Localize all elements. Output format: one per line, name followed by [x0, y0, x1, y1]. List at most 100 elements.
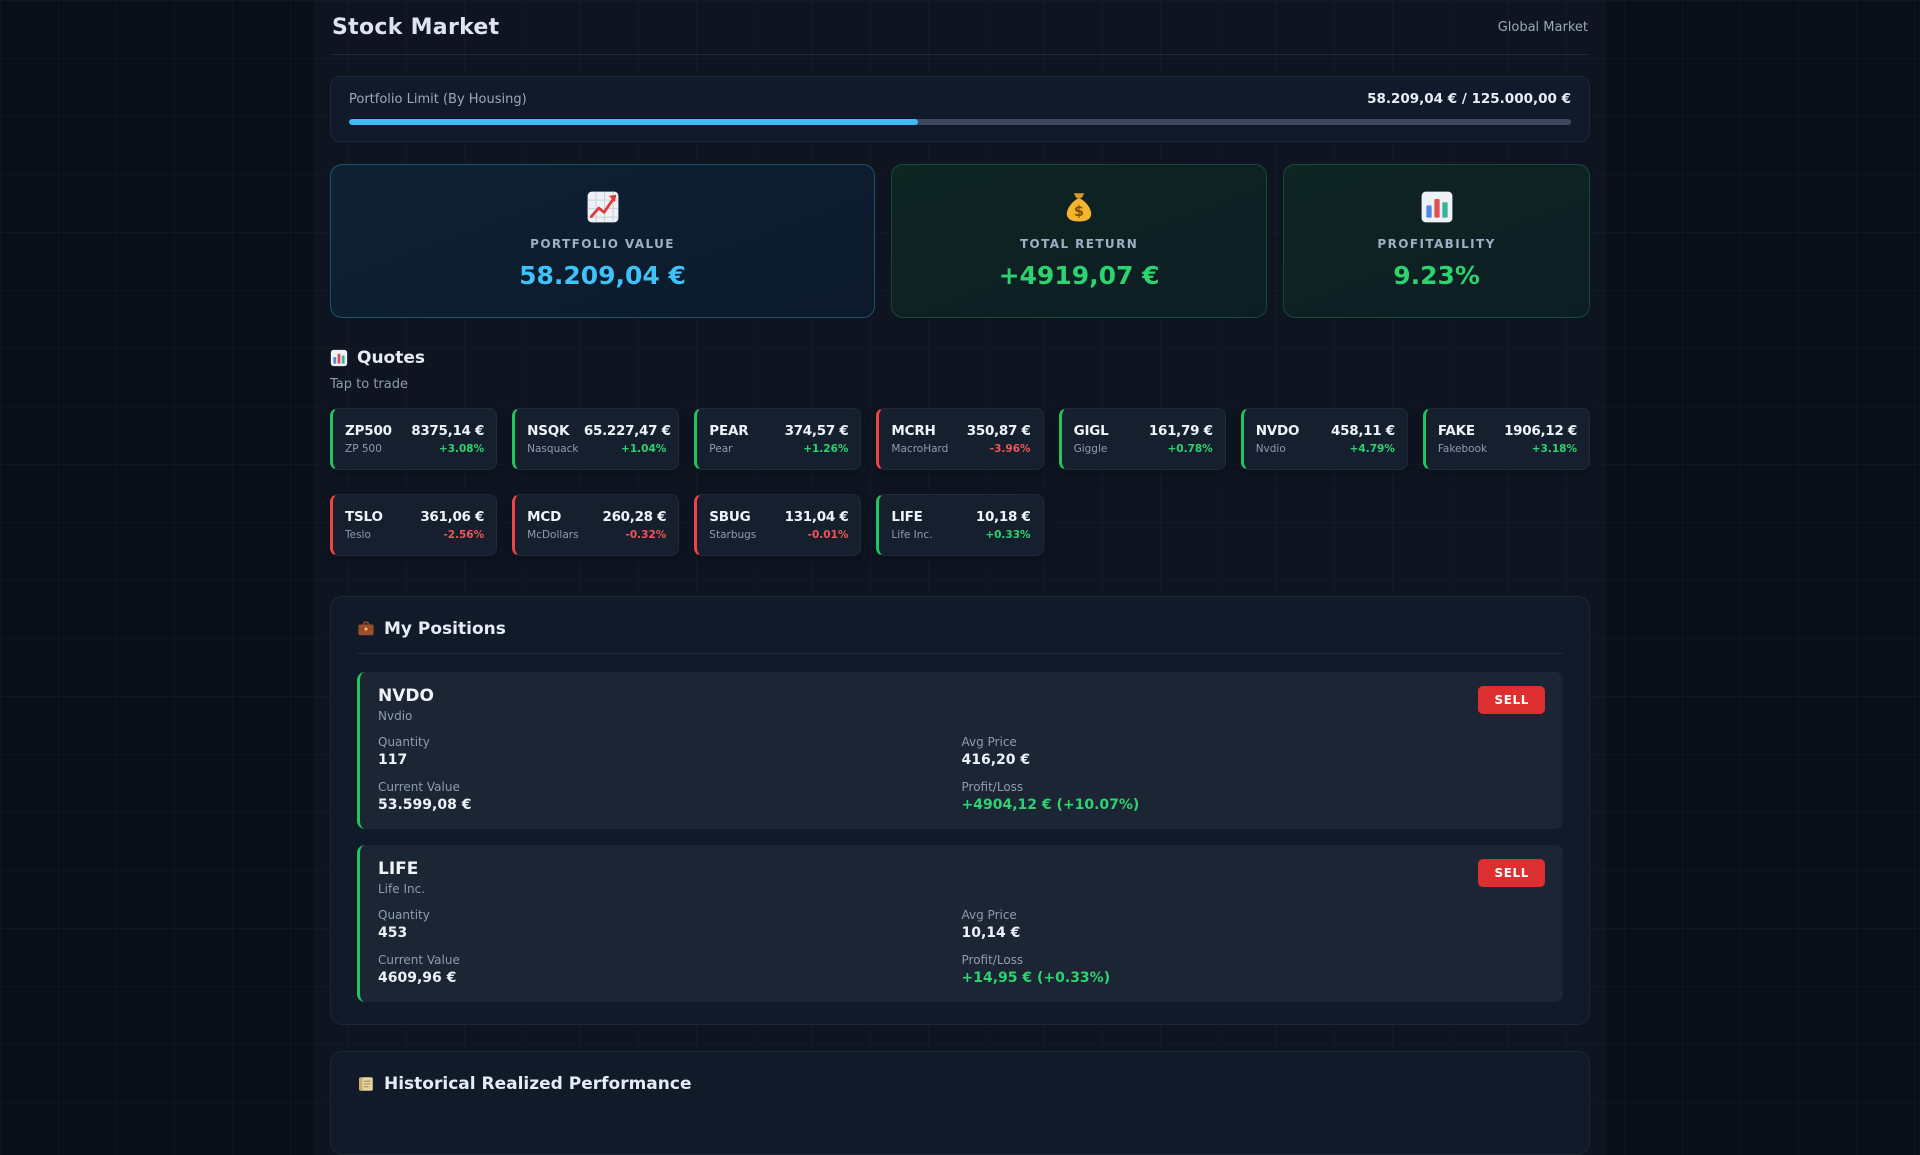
quote-company-name: McDollars [527, 529, 578, 541]
quote-card[interactable]: MCRH MacroHard 350,87 € -3.96% [876, 408, 1043, 470]
quote-card[interactable]: GIGL Giggle 161,79 € +0.78% [1059, 408, 1226, 470]
quote-company-name: MacroHard [891, 443, 948, 455]
quote-price: 458,11 € [1331, 423, 1395, 439]
stat-card-profitability: PROFITABILITY 9.23% [1283, 164, 1590, 318]
positions-panel: My Positions NVDO Nvdio SELL Quantity 11… [330, 596, 1590, 1025]
sell-button[interactable]: SELL [1478, 859, 1545, 887]
quote-symbol: NVDO [1256, 423, 1300, 439]
current-value-label: Current Value [378, 780, 962, 794]
quote-company-name: ZP 500 [345, 443, 392, 455]
quote-price: 131,04 € [785, 509, 849, 525]
history-title-text: Historical Realized Performance [384, 1074, 691, 1094]
position-avg-price: Avg Price 416,20 € [962, 735, 1546, 768]
position-profit-loss: Profit/Loss +14,95 € (+0.33%) [962, 953, 1546, 986]
quantity-value: 117 [378, 752, 962, 768]
quote-symbol: ZP500 [345, 423, 392, 439]
quote-company-name: Teslo [345, 529, 383, 541]
portfolio-limit-card: Portfolio Limit (By Housing) 58.209,04 €… [330, 76, 1590, 142]
quote-symbol: MCD [527, 509, 578, 525]
profit-loss-label: Profit/Loss [962, 953, 1546, 967]
avg-price-label: Avg Price [962, 735, 1546, 749]
quantity-value: 453 [378, 925, 962, 941]
position-card: NVDO Nvdio SELL Quantity 117 Avg Price 4… [357, 672, 1563, 829]
scroll-icon [357, 1075, 375, 1093]
quote-symbol: PEAR [709, 423, 748, 439]
quote-change: +1.04% [584, 443, 666, 455]
svg-text:$: $ [1074, 204, 1084, 220]
positions-title: My Positions [357, 619, 1563, 639]
quotes-subtitle: Tap to trade [330, 377, 1590, 392]
quote-change: -0.01% [785, 529, 849, 541]
quote-change: +4.79% [1331, 443, 1395, 455]
quotes-title: Quotes [330, 348, 1590, 368]
quote-company-name: Nasquack [527, 443, 576, 455]
profit-loss-value: +4904,12 € (+10.07%) [962, 797, 1546, 813]
stat-label: PROFITABILITY [1377, 237, 1495, 251]
quote-price: 350,87 € [967, 423, 1031, 439]
quote-card[interactable]: TSLO Teslo 361,06 € -2.56% [330, 494, 497, 556]
portfolio-limit-value: 58.209,04 € / 125.000,00 € [1367, 91, 1571, 107]
history-title: Historical Realized Performance [357, 1074, 1563, 1094]
quote-card[interactable]: PEAR Pear 374,57 € +1.26% [694, 408, 861, 470]
current-value-value: 53.599,08 € [378, 797, 962, 813]
app-column: Stock Market Global Market Portfolio Lim… [313, 0, 1607, 1155]
quote-card[interactable]: LIFE Life Inc. 10,18 € +0.33% [876, 494, 1043, 556]
position-company-name: Nvdio [378, 709, 434, 723]
quote-symbol: GIGL [1074, 423, 1109, 439]
quote-card[interactable]: MCD McDollars 260,28 € -0.32% [512, 494, 679, 556]
quote-symbol: NSQK [527, 423, 576, 439]
sell-button[interactable]: SELL [1478, 686, 1545, 714]
page-title: Stock Market [332, 15, 499, 40]
positions-title-text: My Positions [384, 619, 506, 639]
bar-chart-icon [1420, 190, 1454, 224]
quote-change: +1.26% [785, 443, 849, 455]
position-profit-loss: Profit/Loss +4904,12 € (+10.07%) [962, 780, 1546, 813]
quote-change: +0.33% [976, 529, 1031, 541]
bar-chart-icon [330, 349, 348, 367]
quote-card[interactable]: FAKE Fakebook 1906,12 € +3.18% [1423, 408, 1590, 470]
quote-card[interactable]: NSQK Nasquack 65.227,47 € +1.04% [512, 408, 679, 470]
stat-value: 9.23% [1393, 261, 1480, 290]
stat-card-total-return: $ TOTAL RETURN +4919,07 € [891, 164, 1267, 318]
quote-company-name: Fakebook [1438, 443, 1487, 455]
quote-card[interactable]: NVDO Nvdio 458,11 € +4.79% [1241, 408, 1408, 470]
avg-price-value: 416,20 € [962, 752, 1546, 768]
quote-price: 10,18 € [976, 509, 1031, 525]
avg-price-value: 10,14 € [962, 925, 1546, 941]
quantity-label: Quantity [378, 735, 962, 749]
divider [357, 653, 1563, 654]
quote-symbol: TSLO [345, 509, 383, 525]
position-quantity: Quantity 117 [378, 735, 962, 768]
quote-symbol: FAKE [1438, 423, 1487, 439]
quantity-label: Quantity [378, 908, 962, 922]
quote-price: 161,79 € [1149, 423, 1213, 439]
quote-card[interactable]: SBUG Starbugs 131,04 € -0.01% [694, 494, 861, 556]
quote-card[interactable]: ZP500 ZP 500 8375,14 € +3.08% [330, 408, 497, 470]
position-symbol: LIFE [378, 859, 425, 879]
stat-value: +4919,07 € [999, 261, 1160, 290]
position-current-value: Current Value 4609,96 € [378, 953, 962, 986]
portfolio-limit-progress-track [349, 119, 1571, 125]
portfolio-limit-label: Portfolio Limit (By Housing) [349, 92, 527, 107]
avg-price-label: Avg Price [962, 908, 1546, 922]
quote-change: -0.32% [602, 529, 666, 541]
quote-price: 374,57 € [785, 423, 849, 439]
quote-change: +3.08% [411, 443, 484, 455]
position-quantity: Quantity 453 [378, 908, 962, 941]
profit-loss-label: Profit/Loss [962, 780, 1546, 794]
quote-company-name: Starbugs [709, 529, 756, 541]
position-card: LIFE Life Inc. SELL Quantity 453 Avg Pri… [357, 845, 1563, 1002]
quote-company-name: Giggle [1074, 443, 1109, 455]
quote-company-name: Nvdio [1256, 443, 1300, 455]
position-avg-price: Avg Price 10,14 € [962, 908, 1546, 941]
quote-price: 260,28 € [602, 509, 666, 525]
portfolio-limit-progress-fill [349, 119, 918, 125]
stat-value: 58.209,04 € [519, 261, 686, 290]
history-panel: Historical Realized Performance [330, 1051, 1590, 1155]
current-value-label: Current Value [378, 953, 962, 967]
header: Stock Market Global Market [330, 0, 1590, 55]
quote-price: 1906,12 € [1504, 423, 1577, 439]
quote-price: 65.227,47 € [584, 423, 666, 439]
quote-symbol: LIFE [891, 509, 932, 525]
current-value-value: 4609,96 € [378, 970, 962, 986]
